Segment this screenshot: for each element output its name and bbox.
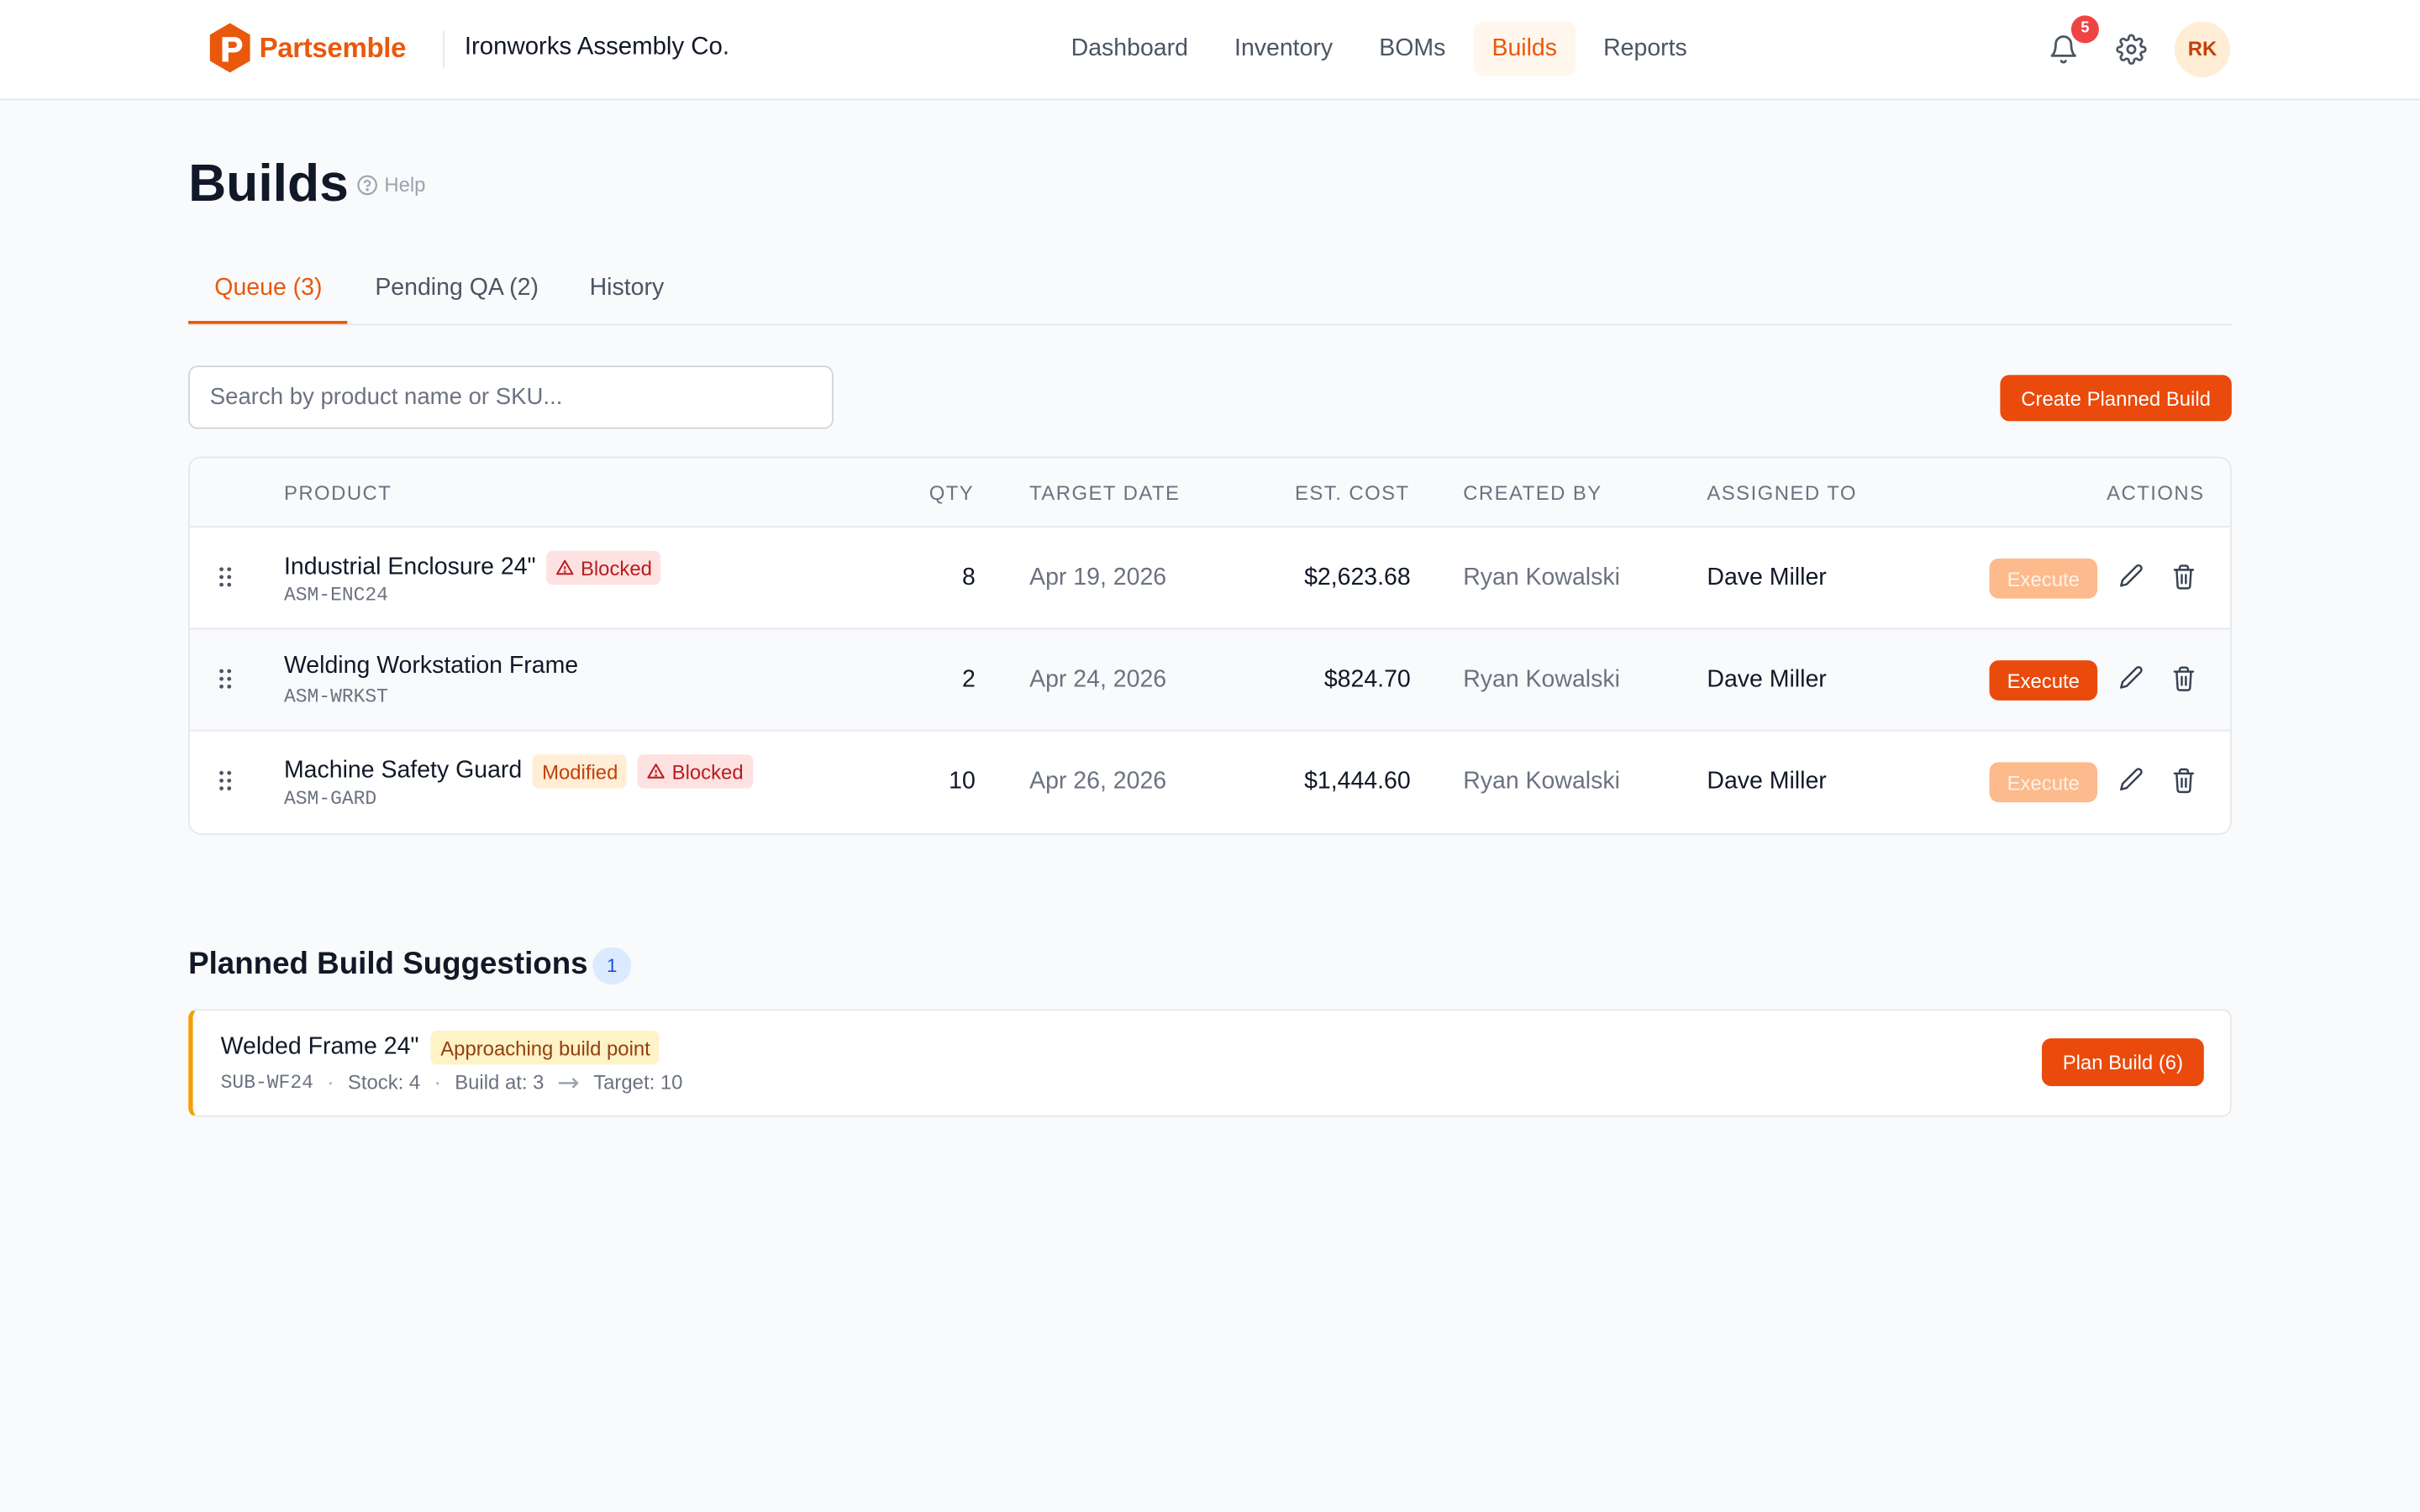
tab-history[interactable]: History [590,275,665,302]
edit-icon[interactable] [2119,665,2144,690]
trash-icon[interactable] [2171,767,2196,795]
target-date-cell: Apr 26, 2026 [1029,768,1167,795]
organization-name: Ironworks Assembly Co. [464,34,730,60]
table-row[interactable]: Machine Safety Guard Modified Blocked AS… [189,731,2231,833]
drag-handle-icon[interactable] [216,769,234,793]
column-header-target-date: TARGET DATE [1029,481,1181,505]
product-sku: ASM-ENC24 [283,585,388,606]
suggestion-build-at: Build at: 3 [455,1070,544,1095]
created-by-cell: Ryan Kowalski [1463,564,1620,591]
tab-queue[interactable]: Queue (3) [214,275,322,302]
create-planned-build-button[interactable]: Create Planned Build [2000,375,2232,422]
qty-cell: 2 [961,666,976,693]
main-nav: Dashboard Inventory BOMs Builds Reports [1053,21,1715,76]
settings-button[interactable] [2110,28,2153,71]
gear-icon [2116,34,2147,65]
suggestions-count-badge: 1 [592,947,632,984]
est-cost-cell: $1,444.60 [1304,768,1411,795]
product-name: Industrial Enclosure 24" [283,554,536,580]
nav-inventory[interactable]: Inventory [1216,22,1351,76]
product-name: Machine Safety Guard [283,757,523,785]
created-by-cell: Ryan Kowalski [1463,768,1620,795]
product-cell: Industrial Enclosure 24" Blocked [283,550,661,585]
warning-icon [556,559,574,575]
build-queue-table: PRODUCT QTY TARGET DATE EST. COST CREATE… [188,456,2232,835]
approaching-build-point-badge: Approaching build point [431,1030,660,1065]
blocked-badge-label: Blocked [580,556,652,580]
column-header-product: PRODUCT [283,481,392,505]
assigned-to-cell: Dave Miller [1707,564,1827,591]
suggestion-product-name: Welded Frame 24" [220,1033,419,1060]
qty-cell: 10 [949,768,976,795]
target-date-cell: Apr 24, 2026 [1029,666,1167,693]
product-sku: ASM-WRKST [283,686,388,709]
product-cell: Machine Safety Guard Modified Blocked [283,754,753,789]
edit-icon[interactable] [2119,767,2144,791]
top-navigation-bar: Partsemble Ironworks Assembly Co. Dashbo… [0,0,2420,101]
trash-icon[interactable] [2171,563,2196,591]
assigned-to-cell: Dave Miller [1707,768,1827,795]
builds-tabs: Queue (3) Pending QA (2) History [188,256,2232,326]
assigned-to-cell: Dave Miller [1707,666,1827,693]
blocked-badge: Blocked [546,550,661,585]
suggestion-card: Welded Frame 24" Approaching build point… [188,1009,2232,1117]
drag-handle-icon[interactable] [216,666,234,690]
execute-button[interactable]: Execute [1989,660,2098,701]
target-date-cell: Apr 19, 2026 [1029,564,1167,591]
table-row[interactable]: Industrial Enclosure 24" Blocked ASM-ENC… [189,528,2231,630]
table-row[interactable]: Welding Workstation Frame ASM-WRKST 2 Ap… [189,629,2231,732]
est-cost-cell: $2,623.68 [1304,564,1411,591]
column-header-actions: ACTIONS [2107,481,2205,505]
suggestion-sku: SUB-WF24 [220,1071,313,1094]
search-input[interactable] [188,365,834,429]
page-title: Builds [188,154,349,213]
edit-icon[interactable] [2119,563,2144,587]
column-header-assigned-to: ASSIGNED TO [1707,481,1857,505]
help-label: Help [384,172,426,197]
nav-reports[interactable]: Reports [1585,22,1706,76]
brand-name: Partsemble [259,31,407,63]
nav-dashboard[interactable]: Dashboard [1053,22,1207,76]
nav-boms[interactable]: BOMs [1360,22,1464,76]
nav-builds[interactable]: Builds [1473,21,1576,76]
notification-count-badge: 5 [2070,15,2099,44]
brand-logo[interactable]: Partsemble [207,22,407,74]
separator-dot: · [434,1070,441,1095]
execute-button[interactable]: Execute [1989,558,2098,599]
product-name: Welding Workstation Frame [283,652,579,680]
product-cell: Welding Workstation Frame [284,653,578,680]
arrow-right-icon [557,1077,578,1088]
created-by-cell: Ryan Kowalski [1463,666,1620,693]
column-header-est-cost: EST. COST [1294,481,1410,505]
drag-handle-icon[interactable] [216,564,234,589]
user-avatar[interactable]: RK [2174,21,2231,77]
column-header-created-by: CREATED BY [1463,481,1602,505]
suggestion-target: Target: 10 [593,1070,683,1095]
product-sku: ASM-GARD [283,788,377,811]
execute-button[interactable]: Execute [1989,762,2098,803]
active-tab-indicator [188,321,348,324]
tab-pending-qa[interactable]: Pending QA (2) [375,275,539,302]
column-header-qty: QTY [929,481,975,505]
warning-icon [648,764,666,779]
modified-badge: Modified [533,754,628,789]
help-link[interactable]: Help [356,172,426,197]
suggestion-stock: Stock: 4 [347,1070,421,1095]
separator-dot: · [327,1070,334,1095]
help-icon [357,174,377,195]
logo-icon [209,23,250,73]
table-header: PRODUCT QTY TARGET DATE EST. COST CREATE… [189,458,2231,528]
suggestion-header: Welded Frame 24" Approaching build point [220,1030,660,1065]
blocked-badge-label: Blocked [671,759,744,784]
plan-build-button[interactable]: Plan Build (6) [2041,1038,2204,1087]
trash-icon[interactable] [2171,665,2196,693]
qty-cell: 8 [961,564,976,591]
suggestions-title: Planned Build Suggestions [188,947,588,982]
header-divider [443,30,445,68]
blocked-badge: Blocked [638,754,753,789]
suggestion-meta: SUB-WF24 · Stock: 4 · Build at: 3 Target… [221,1071,683,1095]
est-cost-cell: $824.70 [1323,666,1411,693]
